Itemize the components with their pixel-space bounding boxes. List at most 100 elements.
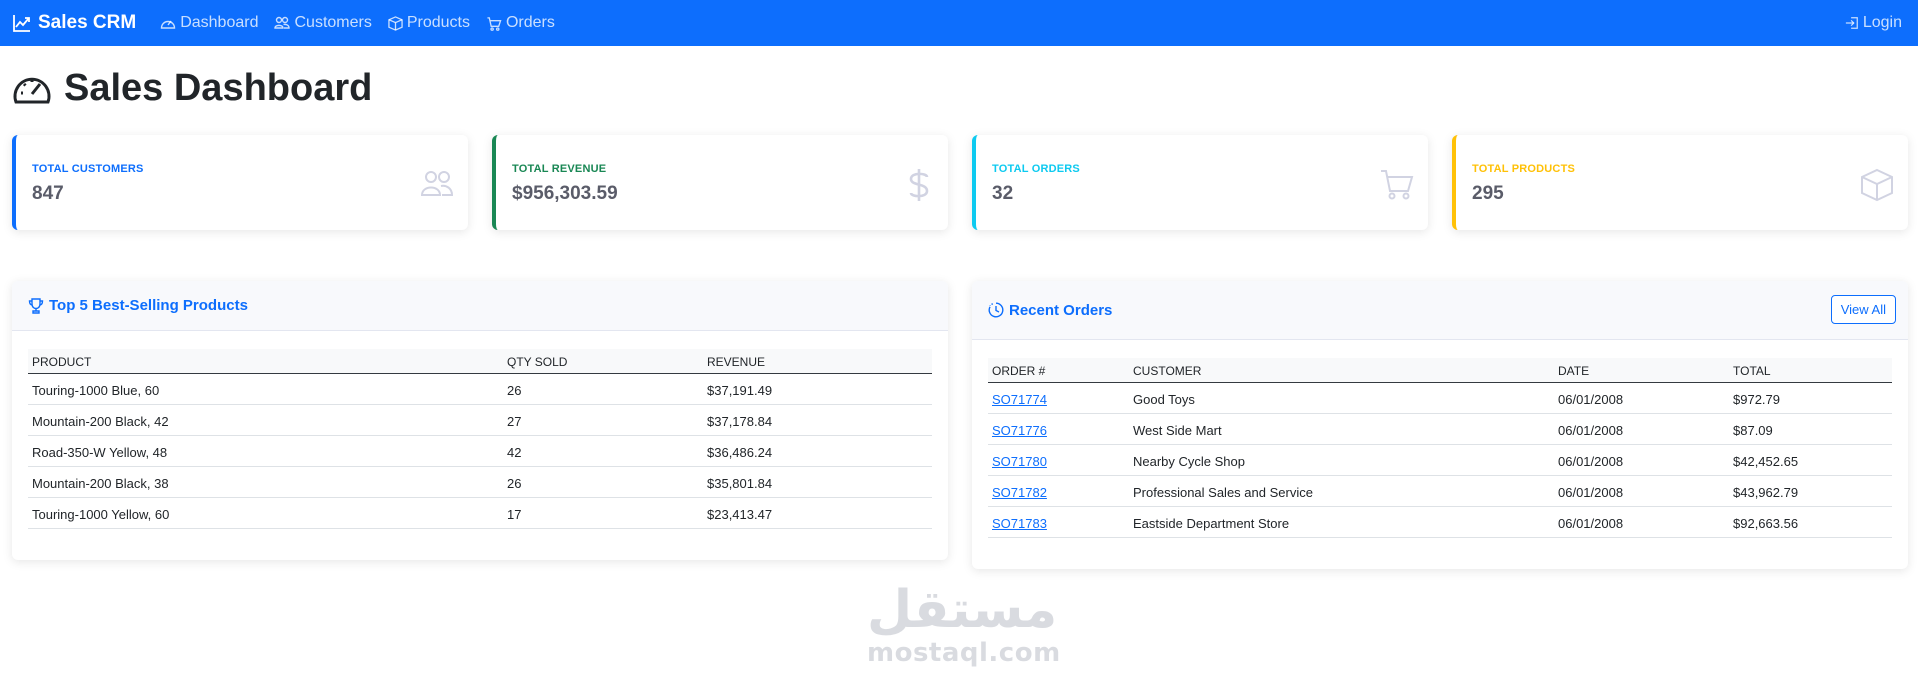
stat-value: $956,303.59 <box>512 183 618 204</box>
watermark-arabic: مستقل <box>867 580 1058 640</box>
cell-total: $43,962.79 <box>1729 475 1892 507</box>
stat-label: TOTAL ORDERS <box>992 163 1080 175</box>
table-row: SO71782 Professional Sales and Service 0… <box>988 475 1892 507</box>
col-product: PRODUCT <box>28 349 503 374</box>
cart-icon <box>1381 170 1414 200</box>
watermark: مستقل mostaql.com <box>867 580 1061 668</box>
stat-label: TOTAL REVENUE <box>512 163 607 175</box>
cell-total: $87.09 <box>1729 413 1892 445</box>
stat-card-products: TOTAL PRODUCTS 295 <box>1452 135 1908 230</box>
cell-revenue: $37,178.84 <box>703 404 932 436</box>
cell-qty: 42 <box>503 435 703 467</box>
col-customer: CUSTOMER <box>1129 358 1554 383</box>
nav-login-label: Login <box>1862 14 1902 31</box>
cell-product: Mountain-200 Black, 42 <box>28 404 503 436</box>
box-icon <box>1861 168 1893 202</box>
nav-login[interactable]: Login <box>1845 0 1902 46</box>
clock-history-icon <box>988 302 1004 318</box>
stat-value: 847 <box>32 183 64 204</box>
top-products-table: PRODUCT QTY SOLD REVENUE Touring-1000 Bl… <box>28 349 932 529</box>
cell-qty: 27 <box>503 404 703 436</box>
cell-total: $972.79 <box>1729 382 1892 414</box>
watermark-latin: mostaql.com <box>867 638 1061 668</box>
cell-product: Touring-1000 Blue, 60 <box>28 373 503 405</box>
stat-label: TOTAL PRODUCTS <box>1472 163 1576 175</box>
cell-product: Mountain-200 Black, 38 <box>28 466 503 498</box>
nav-customers[interactable]: Customers <box>274 14 372 32</box>
box-icon <box>388 15 403 31</box>
people-icon <box>420 171 454 196</box>
order-link[interactable]: SO71780 <box>992 454 1047 469</box>
graph-up-icon <box>13 15 30 32</box>
panel-title-text: Recent Orders <box>1009 301 1113 319</box>
stat-value: 295 <box>1472 183 1504 204</box>
recent-orders-table: ORDER # CUSTOMER DATE TOTAL SO71774 Good… <box>988 358 1892 538</box>
table-row: SO71774 Good Toys 06/01/2008 $972.79 <box>988 382 1892 414</box>
cell-customer: Good Toys <box>1129 382 1554 414</box>
col-revenue: REVENUE <box>703 349 932 374</box>
order-link[interactable]: SO71782 <box>992 485 1047 500</box>
stat-card-customers: TOTAL CUSTOMERS 847 <box>12 135 468 230</box>
top-navbar: Sales CRM Dashboard Customers Products O… <box>0 0 1918 46</box>
cell-qty: 17 <box>503 497 703 529</box>
dollar-icon <box>909 169 929 201</box>
cell-revenue: $35,801.84 <box>703 466 932 498</box>
speedometer-icon <box>161 20 176 29</box>
cell-date: 06/01/2008 <box>1554 444 1729 476</box>
cell-customer: Eastside Department Store <box>1129 506 1554 538</box>
top-products-panel: Top 5 Best-Selling Products PRODUCT QTY … <box>12 281 948 560</box>
cell-product: Touring-1000 Yellow, 60 <box>28 497 503 529</box>
nav-dashboard[interactable]: Dashboard <box>160 14 258 32</box>
table-row: SO71780 Nearby Cycle Shop 06/01/2008 $42… <box>988 444 1892 476</box>
cell-customer: Nearby Cycle Shop <box>1129 444 1554 476</box>
col-qty-sold: QTY SOLD <box>503 349 703 374</box>
table-row: SO71776 West Side Mart 06/01/2008 $87.09 <box>988 413 1892 445</box>
page-title-text: Sales Dashboard <box>64 67 373 109</box>
panel-header: Top 5 Best-Selling Products <box>12 281 948 331</box>
nav-orders-label: Orders <box>505 14 555 31</box>
table-row: Touring-1000 Blue, 60 26 $37,191.49 <box>28 373 932 405</box>
cell-product: Road-350-W Yellow, 48 <box>28 435 503 467</box>
cell-revenue: $36,486.24 <box>703 435 932 467</box>
nav-products[interactable]: Products <box>388 14 470 32</box>
stat-card-orders: TOTAL ORDERS 32 <box>972 135 1428 230</box>
cell-qty: 26 <box>503 466 703 498</box>
col-date: DATE <box>1554 358 1729 383</box>
col-total: TOTAL <box>1729 358 1892 383</box>
cell-total: $92,663.56 <box>1729 506 1892 538</box>
login-icon <box>1845 17 1858 29</box>
order-link[interactable]: SO71774 <box>992 392 1047 407</box>
trophy-icon <box>28 297 44 314</box>
cell-qty: 26 <box>503 373 703 405</box>
cell-revenue: $37,191.49 <box>703 373 932 405</box>
cell-customer: Professional Sales and Service <box>1129 475 1554 507</box>
table-row: SO71783 Eastside Department Store 06/01/… <box>988 506 1892 538</box>
order-link[interactable]: SO71776 <box>992 423 1047 438</box>
order-link[interactable]: SO71783 <box>992 516 1047 531</box>
cell-total: $42,452.65 <box>1729 444 1892 476</box>
recent-orders-panel: Recent Orders View All ORDER # CUSTOMER … <box>972 281 1908 569</box>
panel-header: Recent Orders View All <box>972 281 1908 340</box>
table-row: Road-350-W Yellow, 48 42 $36,486.24 <box>28 435 932 467</box>
cell-date: 06/01/2008 <box>1554 413 1729 445</box>
brand-label: Sales CRM <box>38 12 137 33</box>
stat-value: 32 <box>992 183 1014 204</box>
table-row: Mountain-200 Black, 42 27 $37,178.84 <box>28 404 932 436</box>
speedometer-icon <box>13 77 51 103</box>
nav-orders[interactable]: Orders <box>486 14 555 32</box>
nav-customers-label: Customers <box>294 14 372 31</box>
people-icon <box>274 16 291 29</box>
stat-card-revenue: TOTAL REVENUE $956,303.59 <box>492 135 948 230</box>
panel-title: Recent Orders <box>988 302 1112 319</box>
cell-date: 06/01/2008 <box>1554 382 1729 414</box>
stat-label: TOTAL CUSTOMERS <box>32 163 144 175</box>
table-row: Mountain-200 Black, 38 26 $35,801.84 <box>28 466 932 498</box>
table-row: Touring-1000 Yellow, 60 17 $23,413.47 <box>28 497 932 529</box>
brand[interactable]: Sales CRM <box>12 12 136 34</box>
page-title: Sales Dashboard <box>12 67 372 110</box>
col-order-number: ORDER # <box>988 358 1129 383</box>
nav-dashboard-label: Dashboard <box>180 14 259 31</box>
cart-icon <box>487 16 502 31</box>
view-all-button[interactable]: View All <box>1830 295 1896 324</box>
panel-title-text: Top 5 Best-Selling Products <box>49 297 248 314</box>
